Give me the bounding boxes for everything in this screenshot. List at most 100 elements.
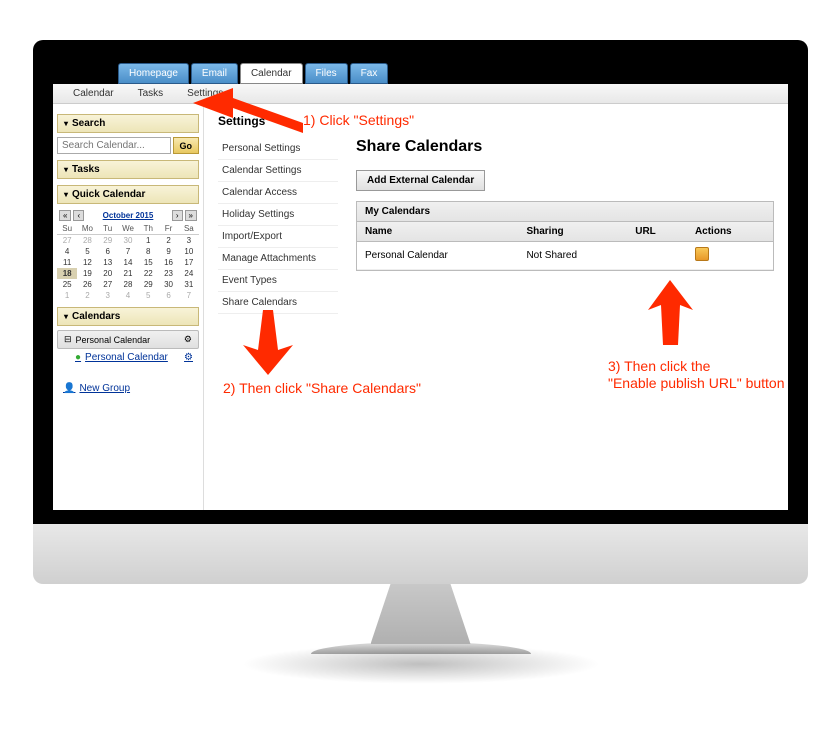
cal-day[interactable]: 1 [57,290,77,301]
new-group-link[interactable]: New Group [57,380,199,397]
cal-day[interactable]: 3 [98,290,118,301]
topnav-tab-files[interactable]: Files [305,63,348,84]
tasks-panel-header[interactable]: Tasks [57,160,199,179]
settings-menu-event-types[interactable]: Event Types [218,270,338,292]
cal-day[interactable]: 6 [98,246,118,257]
sub-nav: CalendarTasksSettings [53,84,788,104]
sidebar: Search Go Tasks Quick Calendar « ‹ [53,104,203,510]
cal-day[interactable]: 21 [118,268,138,279]
table-row: Personal CalendarNot Shared [357,242,773,270]
cal-day-header: Tu [98,223,118,235]
settings-menu-personal-settings[interactable]: Personal Settings [218,138,338,160]
cal-day[interactable]: 26 [77,279,97,290]
cal-prev-year-icon[interactable]: « [59,210,71,221]
cal-day[interactable]: 17 [179,257,199,268]
cal-day[interactable]: 11 [57,257,77,268]
settings-menu-calendar-settings[interactable]: Calendar Settings [218,160,338,182]
cal-day[interactable]: 12 [77,257,97,268]
search-go-button[interactable]: Go [173,137,200,154]
cal-day[interactable]: 2 [158,235,178,246]
cell-actions [687,242,773,270]
cal-day[interactable]: 25 [57,279,77,290]
cal-day[interactable]: 27 [98,279,118,290]
cal-day[interactable]: 1 [138,235,158,246]
top-nav: HomepageEmailCalendarFilesFax [53,60,788,84]
cal-day[interactable]: 22 [138,268,158,279]
calendars-panel-header[interactable]: Calendars [57,307,199,326]
cal-day-header: Sa [179,223,199,235]
my-calendars-table: My Calendars NameSharingURLActions Perso… [356,201,774,271]
cal-day[interactable]: 15 [138,257,158,268]
cal-day[interactable]: 3 [179,235,199,246]
cal-day[interactable]: 20 [98,268,118,279]
cal-day[interactable]: 4 [118,290,138,301]
cal-day[interactable]: 10 [179,246,199,257]
cal-day-header: Fr [158,223,178,235]
topnav-tab-calendar[interactable]: Calendar [240,63,303,84]
main-content: Settings Personal SettingsCalendar Setti… [203,104,788,510]
table-header: URL [627,222,687,242]
page-title: Share Calendars [356,138,774,156]
calendar-folder[interactable]: ⊟ Personal Calendar ⚙ [57,330,199,349]
cal-day[interactable]: 27 [57,235,77,246]
settings-menu-share-calendars[interactable]: Share Calendars [218,292,338,314]
collapse-icon: ⊟ [64,334,72,345]
subnav-item-settings[interactable]: Settings [175,85,235,102]
cal-day[interactable]: 8 [138,246,158,257]
cal-day[interactable]: 7 [118,246,138,257]
settings-menu-holiday-settings[interactable]: Holiday Settings [218,204,338,226]
cal-day[interactable]: 7 [179,290,199,301]
subnav-item-tasks[interactable]: Tasks [126,85,176,102]
cal-day[interactable]: 5 [77,246,97,257]
quick-calendar-header[interactable]: Quick Calendar [57,185,199,204]
cal-day[interactable]: 13 [98,257,118,268]
settings-menu-calendar-access[interactable]: Calendar Access [218,182,338,204]
settings-menu-manage-attachments[interactable]: Manage Attachments [218,248,338,270]
settings-menu: Personal SettingsCalendar SettingsCalend… [218,138,338,314]
gear-icon[interactable]: ⚙ [184,334,192,345]
search-input[interactable] [57,137,171,154]
cal-day[interactable]: 23 [158,268,178,279]
add-external-calendar-button[interactable]: Add External Calendar [356,170,485,191]
topnav-tab-homepage[interactable]: Homepage [118,63,189,84]
cal-day[interactable]: 2 [77,290,97,301]
mini-calendar: « ‹ October 2015 › » SuMoTuWeThFrSa27282… [57,208,199,301]
cal-day[interactable]: 31 [179,279,199,290]
cal-day[interactable]: 9 [158,246,178,257]
gear-icon[interactable]: ⚙ [184,352,193,363]
settings-menu-import-export[interactable]: Import/Export [218,226,338,248]
imac-chin [33,524,808,584]
cal-day[interactable]: 24 [179,268,199,279]
settings-heading: Settings [218,114,774,128]
cal-day[interactable]: 16 [158,257,178,268]
cal-day[interactable]: 14 [118,257,138,268]
cal-day[interactable]: 4 [57,246,77,257]
subnav-item-calendar[interactable]: Calendar [61,85,126,102]
cell-sharing: Not Shared [518,242,627,270]
table-header: Sharing [518,222,627,242]
cal-day-header: Th [138,223,158,235]
app-screen: HomepageEmailCalendarFilesFax CalendarTa… [53,60,788,510]
cal-day[interactable]: 18 [57,268,77,279]
cal-day-header: Mo [77,223,97,235]
cal-day-header: Su [57,223,77,235]
cal-day[interactable]: 6 [158,290,178,301]
cal-day[interactable]: 5 [138,290,158,301]
cell-name: Personal Calendar [357,242,518,270]
calendar-item-personal[interactable]: Personal Calendar ⚙ [57,349,199,366]
cal-day[interactable]: 28 [77,235,97,246]
cal-next-month-icon[interactable]: › [172,210,183,221]
topnav-tab-fax[interactable]: Fax [350,63,389,84]
calendar-month-label[interactable]: October 2015 [103,211,154,220]
cal-day[interactable]: 29 [98,235,118,246]
search-panel-header[interactable]: Search [57,114,199,133]
cal-next-year-icon[interactable]: » [185,210,197,221]
topnav-tab-email[interactable]: Email [191,63,238,84]
cal-prev-month-icon[interactable]: ‹ [73,210,84,221]
enable-publish-url-icon[interactable] [695,247,709,261]
cal-day[interactable]: 30 [158,279,178,290]
cal-day[interactable]: 29 [138,279,158,290]
cal-day[interactable]: 30 [118,235,138,246]
cal-day[interactable]: 19 [77,268,97,279]
cal-day[interactable]: 28 [118,279,138,290]
